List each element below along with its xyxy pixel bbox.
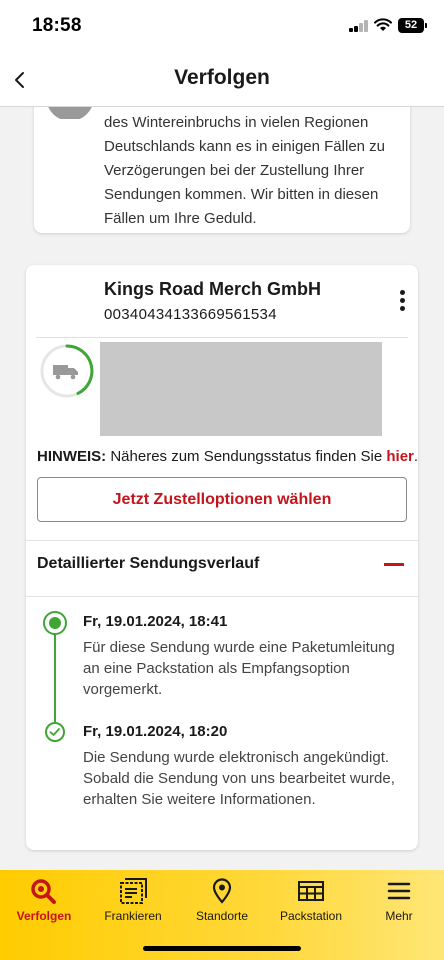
- menu-icon: [387, 882, 411, 900]
- battery-indicator: 52: [398, 18, 427, 33]
- hint-body: Näheres zum Sendungsstatus finden Sie: [110, 448, 383, 465]
- main-content[interactable]: des Wintereinbruchs in vielen Regionen D…: [0, 107, 444, 870]
- nav-item-packstation[interactable]: Packstation: [267, 878, 355, 928]
- hint-end: .: [413, 448, 419, 465]
- checkmark-icon: [45, 722, 65, 742]
- timeline-line: [54, 623, 56, 731]
- nav-item-mehr[interactable]: Mehr: [355, 878, 443, 928]
- more-dot: [399, 298, 405, 303]
- status-time: 18:58: [32, 15, 82, 36]
- info-icon: [48, 107, 92, 119]
- shipment-card: Kings Road Merch GmbH 003404341336695615…: [26, 265, 418, 850]
- redacted-image: [100, 342, 382, 436]
- hint-label: HINWEIS:: [37, 448, 107, 465]
- nav-item-frankieren[interactable]: Frankieren: [89, 878, 177, 928]
- event-date: Fr, 19.01.2024, 18:41: [83, 613, 228, 630]
- wifi-icon: [374, 18, 392, 31]
- nav-label: Standorte: [195, 909, 249, 923]
- tracking-number: 00340434133669561534: [104, 306, 277, 323]
- event-date: Fr, 19.01.2024, 18:20: [83, 723, 228, 740]
- delivery-options-button[interactable]: Jetzt Zustelloptionen wählen: [37, 477, 407, 522]
- nav-label: Frankieren: [104, 909, 162, 923]
- sender-name: Kings Road Merch GmbH: [104, 279, 322, 299]
- cellular-signal-icon: [349, 20, 369, 32]
- event-text: Die Sendung wurde elektronisch angekündi…: [83, 749, 395, 808]
- more-dot: [399, 290, 405, 295]
- nav-item-standorte[interactable]: Standorte: [178, 878, 266, 928]
- nav-label: Packstation: [279, 909, 343, 923]
- nav-item-verfolgen[interactable]: Verfolgen: [0, 878, 88, 928]
- location-pin-icon: [212, 878, 232, 904]
- stamp-icon: [120, 878, 147, 904]
- divider: [36, 337, 408, 338]
- nav-label: Verfolgen: [16, 909, 72, 923]
- history-title: Detaillierter Sendungsverlauf: [37, 555, 260, 572]
- notice-card: des Wintereinbruchs in vielen Regionen D…: [34, 107, 410, 233]
- more-dot: [399, 306, 405, 311]
- notice-text: des Wintereinbruchs in vielen Regionen D…: [104, 114, 386, 227]
- page-title: Verfolgen: [174, 66, 270, 89]
- packstation-icon: [298, 881, 324, 901]
- more-options-button[interactable]: [392, 287, 412, 315]
- hint-link[interactable]: hier: [386, 448, 414, 465]
- nav-label: Mehr: [385, 909, 413, 923]
- event-text: Für diese Sendung wurde eine Paketumleit…: [83, 639, 395, 698]
- home-indicator[interactable]: [143, 946, 301, 951]
- truck-status-icon: [40, 344, 94, 398]
- divider: [26, 596, 418, 597]
- hint-text: HINWEIS: Näheres zum Sendungsstatus find…: [37, 448, 418, 465]
- status-bar: 18:58 52: [0, 0, 444, 52]
- search-icon: [31, 879, 56, 904]
- divider: [26, 540, 418, 541]
- timeline-active-dot-icon: [43, 611, 67, 635]
- header: Verfolgen: [0, 52, 444, 107]
- collapse-button[interactable]: [384, 563, 404, 566]
